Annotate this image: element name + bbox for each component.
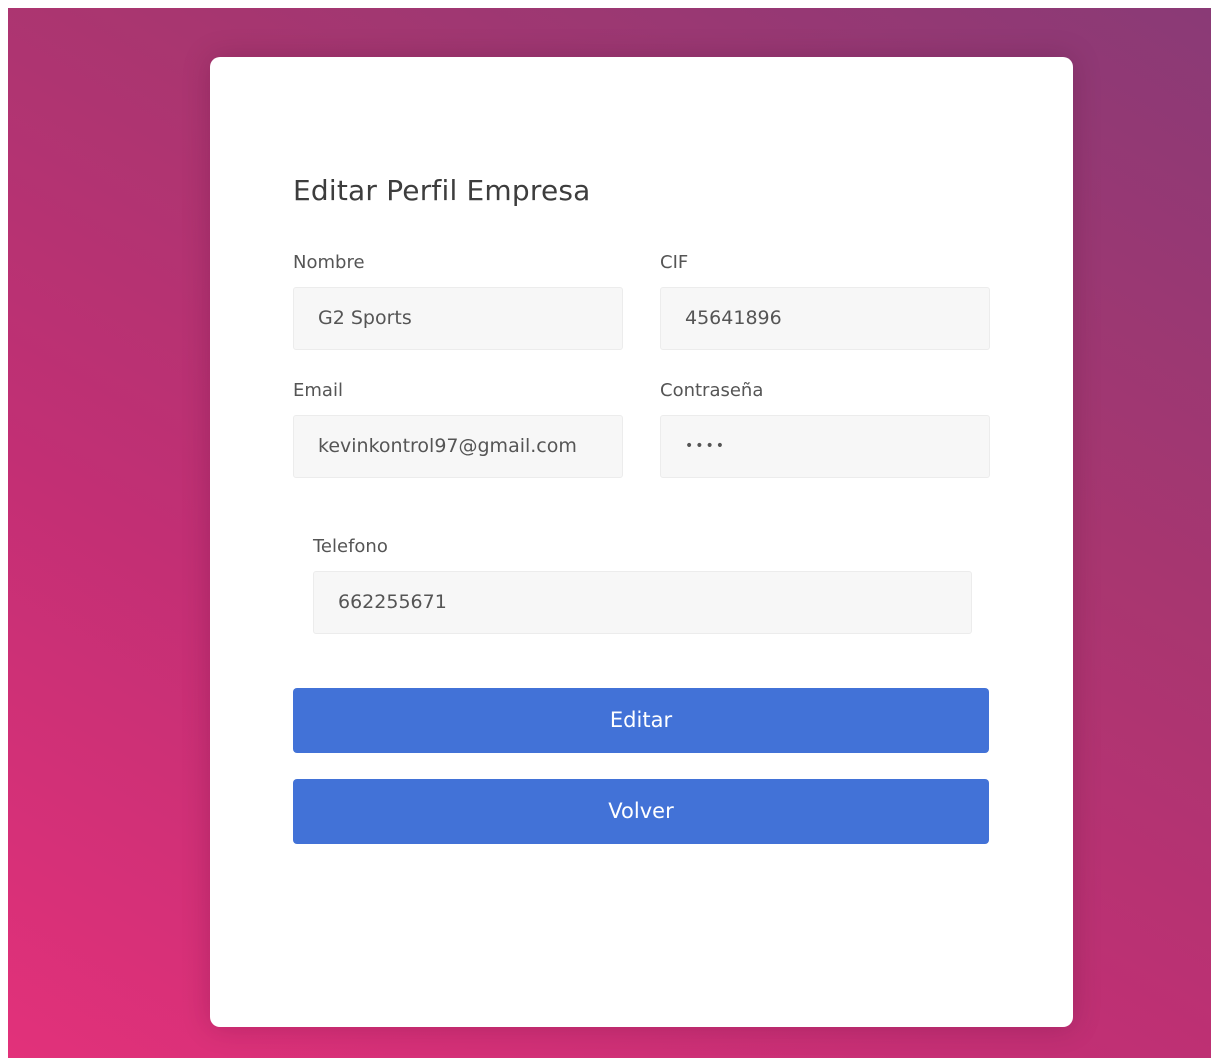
password-label: Contraseña <box>660 380 764 401</box>
cif-input[interactable]: 45641896 <box>660 287 990 350</box>
email-label: Email <box>293 380 343 401</box>
email-input[interactable]: kevinkontrol97@gmail.com <box>293 415 623 478</box>
cif-label: CIF <box>660 252 689 273</box>
back-button[interactable]: Volver <box>293 779 989 844</box>
page-title: Editar Perfil Empresa <box>293 174 591 207</box>
password-input[interactable]: •••• <box>660 415 990 478</box>
telefono-input[interactable]: 662255671 <box>313 571 972 634</box>
nombre-label: Nombre <box>293 252 365 273</box>
edit-profile-card: Editar Perfil Empresa Nombre G2 Sports C… <box>210 57 1073 1027</box>
gradient-background: Editar Perfil Empresa Nombre G2 Sports C… <box>8 8 1211 1058</box>
nombre-input[interactable]: G2 Sports <box>293 287 623 350</box>
edit-button[interactable]: Editar <box>293 688 989 753</box>
telefono-label: Telefono <box>313 536 388 557</box>
